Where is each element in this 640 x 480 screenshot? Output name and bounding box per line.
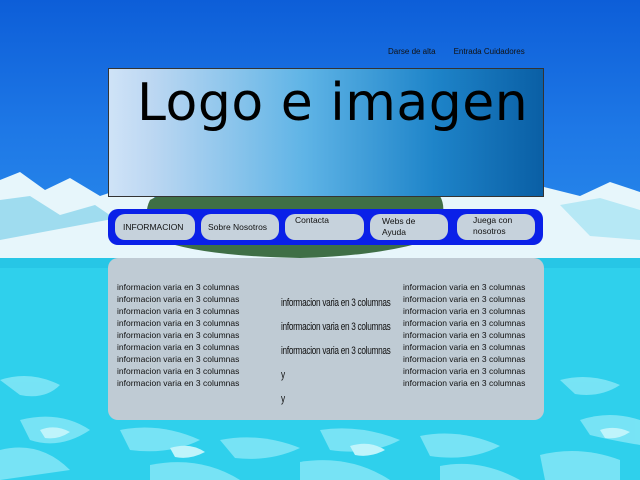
column-text: informacion varia en 3 columnas xyxy=(403,366,526,376)
column-text: informacion varia en 3 columnas xyxy=(281,345,391,357)
content-column-middle: informacion varia en 3 columnas informac… xyxy=(281,291,391,411)
nav-informacion-label: INFORMACION xyxy=(123,222,184,232)
column-text: informacion varia en 3 columnas xyxy=(403,306,526,316)
content-panel: informacion varia en 3 columnas informac… xyxy=(108,258,544,420)
nav-juega[interactable]: Juega con nosotros xyxy=(457,214,535,240)
column-text: informacion varia en 3 columnas xyxy=(403,330,526,340)
column-text: informacion varia en 3 columnas xyxy=(117,330,240,340)
nav-contacta[interactable]: Contacta xyxy=(285,214,364,240)
column-text: informacion varia en 3 columnas xyxy=(281,297,391,309)
column-text: informacion varia en 3 columnas xyxy=(403,378,526,388)
content-column-left: informacion varia en 3 columnas informac… xyxy=(117,281,239,389)
column-text: informacion varia en 3 columnas xyxy=(117,294,240,304)
nav-juega-label: Juega con nosotros xyxy=(473,215,513,236)
column-text: informacion varia en 3 columnas xyxy=(403,282,526,292)
column-text: informacion varia en 3 columnas xyxy=(117,342,240,352)
nav-sobre-nosotros[interactable]: Sobre Nosotros xyxy=(201,214,279,240)
nav-webs-ayuda-label: Webs de Ayuda xyxy=(382,216,416,237)
nav-informacion[interactable]: INFORMACION xyxy=(115,214,195,240)
nav-sobre-nosotros-label: Sobre Nosotros xyxy=(208,222,268,232)
caregiver-login-link[interactable]: Entrada Cuidadores xyxy=(454,47,525,56)
column-text: informacion varia en 3 columnas xyxy=(117,378,240,388)
nav-contacta-label: Contacta xyxy=(295,215,330,225)
column-text: informacion varia en 3 columnas xyxy=(403,342,526,352)
column-text: informacion varia en 3 columnas xyxy=(117,354,240,364)
nav-webs-ayuda[interactable]: Webs de Ayuda xyxy=(370,214,448,240)
column-text: informacion varia en 3 columnas xyxy=(117,366,240,376)
signup-link[interactable]: Darse de alta xyxy=(388,47,436,56)
column-text: informacion varia en 3 columnas xyxy=(117,318,240,328)
content-column-right: informacion varia en 3 columnas informac… xyxy=(403,281,525,389)
main-nav: INFORMACION Sobre Nosotros Contacta Webs… xyxy=(108,209,543,245)
column-text: y xyxy=(281,393,285,405)
logo-text: Logo e imagen xyxy=(137,73,529,133)
column-text: informacion varia en 3 columnas xyxy=(403,354,526,364)
column-text: y xyxy=(281,369,285,381)
column-text: informacion varia en 3 columnas xyxy=(403,294,526,304)
logo-banner: Logo e imagen xyxy=(108,68,544,197)
column-text: informacion varia en 3 columnas xyxy=(281,321,391,333)
top-links: Darse de alta Entrada Cuidadores xyxy=(388,47,525,56)
column-text: informacion varia en 3 columnas xyxy=(403,318,526,328)
column-text: informacion varia en 3 columnas xyxy=(117,282,240,292)
column-text: informacion varia en 3 columnas xyxy=(117,306,240,316)
